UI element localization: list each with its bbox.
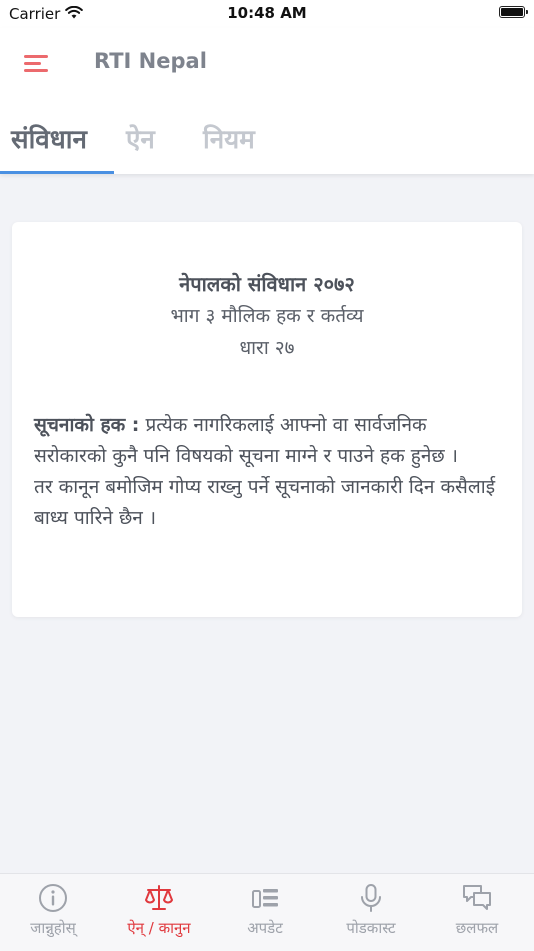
tabbar-label: अपडेट bbox=[247, 919, 283, 937]
card-proviso-text: तर कानून बमोजिम गोप्य राख्नु पर्ने सूचना… bbox=[34, 476, 496, 529]
bottom-tab-bar: जान्नुहोस् ऐन् / कानुन अपडेट पोडकास्ट छल… bbox=[0, 873, 534, 951]
status-bar: Carrier 10:48 AM bbox=[0, 0, 534, 28]
info-icon bbox=[39, 884, 67, 912]
tab-rules[interactable]: नियम bbox=[203, 120, 255, 156]
card-part: भाग ३ मौलिक हक र कर्तव्य bbox=[170, 305, 364, 327]
chat-icon bbox=[463, 885, 491, 910]
card-heading: नेपालको संविधान २०७२ bbox=[179, 272, 355, 296]
card-article: धारा २७ bbox=[239, 337, 295, 359]
tabbar-item-podcast[interactable]: पोडकास्ट bbox=[318, 874, 424, 951]
tab-act[interactable]: ऐन bbox=[126, 120, 155, 156]
right-to-information-term: सूचनाको हक : bbox=[34, 414, 140, 436]
clock: 10:48 AM bbox=[227, 4, 307, 22]
scales-icon bbox=[145, 885, 173, 910]
microphone-icon bbox=[361, 884, 381, 912]
tab-indicator bbox=[0, 171, 114, 174]
tabbar-item-learn[interactable]: जान्नुहोस् bbox=[0, 874, 106, 951]
constitution-card: नेपालको संविधान २०७२ भाग ३ मौलिक हक र कर… bbox=[12, 222, 522, 617]
hamburger-menu-button[interactable] bbox=[18, 50, 54, 76]
tabbar-label: ऐन् / कानुन bbox=[127, 919, 191, 937]
tabbar-label: जान्नुहोस् bbox=[30, 919, 76, 937]
news-icon bbox=[252, 889, 278, 908]
card-body: सूचनाको हक : प्रत्येक नागरिकलाई आफ्नो वा… bbox=[34, 410, 504, 534]
battery-icon bbox=[499, 6, 528, 18]
top-tabs: संविधान ऐन नियम bbox=[0, 114, 534, 174]
app-header: RTI Nepal संविधान ऐन नियम bbox=[0, 28, 534, 174]
app-title: RTI Nepal bbox=[94, 49, 207, 73]
tabbar-label: छलफल bbox=[455, 919, 499, 937]
tabbar-item-updates[interactable]: अपडेट bbox=[212, 874, 318, 951]
tab-constitution[interactable]: संविधान bbox=[11, 120, 87, 156]
tabbar-item-discussion[interactable]: छलफल bbox=[424, 874, 530, 951]
tabbar-label: पोडकास्ट bbox=[346, 919, 396, 937]
tabbar-item-acts[interactable]: ऐन् / कानुन bbox=[106, 874, 212, 951]
